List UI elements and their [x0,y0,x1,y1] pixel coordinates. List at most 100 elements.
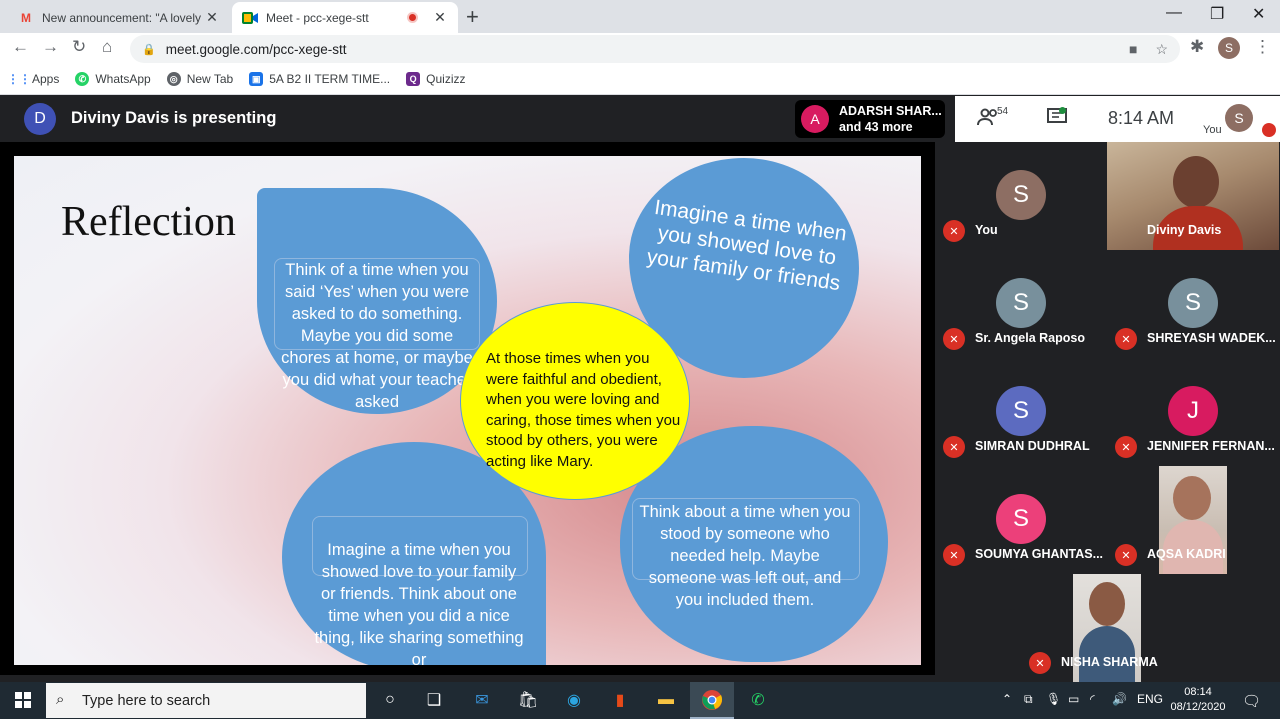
participant-tile[interactable]: ✕ AQSA KADRI [1107,466,1279,574]
task-view-icon[interactable]: ❑ [422,688,446,712]
home-icon[interactable]: ⌂ [102,37,112,57]
self-avatar[interactable]: S [1225,104,1253,132]
video-person [1173,476,1211,520]
url-text: meet.google.com/pcc-xege-stt [165,41,347,57]
bookmark-whatsapp[interactable]: ✆ WhatsApp [75,72,151,86]
participant-name: Diviny Davis [1147,223,1222,237]
menu-icon[interactable]: ⋮ [1254,37,1271,57]
participant-tile[interactable]: S ✕ You [935,142,1107,250]
tab-title: Meet - pcc-xege-stt [266,10,369,25]
bookmarks-bar: ⋮⋮ Apps ✆ WhatsApp ◎ New Tab ▣ 5A B2 II … [0,64,1280,95]
wifi-icon[interactable]: ◜ [1090,692,1095,706]
file-explorer-icon[interactable]: ▬ [654,688,678,712]
microphone-icon[interactable]: 🎙 [1046,692,1061,706]
participant-name: You [975,223,998,237]
bottom-right-text: Think about a time when you stood by som… [639,503,851,609]
bookmark-label: WhatsApp [95,72,151,86]
bookmark-timetable[interactable]: ▣ 5A B2 II TERM TIME... [249,72,390,86]
windows-start-icon[interactable] [11,688,35,712]
restore-icon[interactable]: ❐ [1210,4,1224,24]
participant-count: 54 [997,106,1009,117]
slide-title: Reflection [61,199,236,245]
taskbar-clock[interactable]: 08:14 08/12/2020 [1168,685,1228,715]
participant-tile[interactable]: S ✕ SOUMYA GHANTAS... [935,466,1107,574]
participant-tile[interactable]: S ✕ Sr. Angela Raposo [935,250,1107,358]
participant-name: NISHA SHARMA [1061,655,1158,669]
taskbar-search-box[interactable]: ⌕ Type here to search [46,683,366,718]
close-tab-icon[interactable]: ✕ [432,9,448,26]
whatsapp-taskbar-icon[interactable]: ✆ [746,688,770,712]
reload-icon[interactable]: ↻ [72,37,86,57]
mic-muted-icon: ✕ [1115,436,1137,458]
meet-present-tray-icon[interactable]: ⧉ [1024,692,1033,707]
battery-icon[interactable]: ▭ [1068,692,1079,706]
mic-muted-icon [1262,123,1276,137]
participant-avatar: S [996,386,1046,436]
bookmark-quizizz[interactable]: Q Quizizz [406,72,465,86]
video-person [1173,156,1219,208]
tab-title: New announcement: "A lovely m [42,10,204,25]
center-text: At those times when you were faithful an… [486,350,681,470]
windows-taskbar: ⌕ Type here to search ○ ❑ ✉ 🛍 ◉ ▮ ▬ ✆ ⌃ … [0,682,1280,719]
mic-muted-icon: ✕ [943,328,965,350]
camera-icon[interactable]: ■ [1129,41,1137,58]
clock-date: 08/12/2020 [1170,701,1226,713]
new-tab-button[interactable]: + [466,4,479,30]
store-icon[interactable]: 🛍 [516,688,540,712]
notifications-icon[interactable]: 🗨 [1242,692,1261,710]
minimize-icon[interactable]: — [1166,4,1182,22]
chrome-icon[interactable] [690,682,734,719]
bookmark-star-icon[interactable]: ☆ [1155,41,1168,58]
cortana-icon[interactable]: ○ [378,688,402,712]
language-indicator[interactable]: ENG [1137,692,1163,706]
mic-muted-icon: ✕ [1029,652,1051,674]
tab-meet[interactable]: Meet - pcc-xege-stt ✕ [232,2,458,33]
bookmark-label: Quizizz [426,72,466,86]
close-tab-icon[interactable]: ✕ [204,9,220,26]
tab-gmail[interactable]: M New announcement: "A lovely m ✕ [8,2,230,33]
recording-indicator-icon [407,12,418,23]
mic-muted-icon: ✕ [1115,328,1137,350]
chevron-up-icon[interactable]: ⌃ [1002,692,1012,706]
back-icon[interactable]: ← [12,37,29,57]
participant-name: JENNIFER FERNAN... [1147,439,1275,453]
participant-tile[interactable]: S ✕ SIMRAN DUDHRAL [935,358,1107,466]
participant-avatar: S [996,494,1046,544]
forward-icon[interactable]: → [42,37,59,57]
clock-time: 08:14 [1184,686,1212,698]
participant-tile[interactable]: J ✕ JENNIFER FERNAN... [1107,358,1279,466]
presenting-label: Diviny Davis is presenting [71,109,277,127]
participant-tile[interactable]: Diviny Davis [1107,142,1279,250]
search-icon: ⌕ [56,691,65,708]
address-bar[interactable]: 🔒 meet.google.com/pcc-xege-stt ■ ☆ [130,35,1180,63]
edge-icon[interactable]: ◉ [562,688,586,712]
participant-name: SIMRAN DUDHRAL [975,439,1090,453]
meeting-clock: 8:14 AM [1108,108,1175,128]
mail-icon[interactable]: ✉ [470,688,494,712]
participant-name: Sr. Angela Raposo [975,331,1085,345]
meet-controls-panel: 54 8:14 AM You S [955,96,1280,142]
quizizz-icon: Q [406,72,421,86]
extensions-icon[interactable]: ✱ [1190,37,1204,57]
profile-avatar[interactable]: S [1218,37,1240,59]
presented-slide: Reflection Think of a time when you said… [14,156,921,665]
bookmark-new-tab[interactable]: ◎ New Tab [166,72,233,86]
mic-muted-icon: ✕ [943,436,965,458]
video-person [1089,582,1125,626]
close-window-icon[interactable]: ✕ [1252,4,1265,24]
bookmark-apps[interactable]: ⋮⋮ Apps [7,72,60,86]
lock-icon: 🔒 [142,43,156,56]
volume-icon[interactable]: 🔊 [1112,692,1127,706]
people-icon[interactable] [977,108,999,131]
participant-tile[interactable]: ✕ NISHA SHARMA [1021,574,1193,682]
meet-icon [242,10,258,26]
chat-unread-dot [1059,107,1066,114]
presenter-avatar: D [24,103,56,135]
participant-tile[interactable]: S ✕ SHREYASH WADEK... [1107,250,1279,358]
browser-toolbar: ← → ↻ ⌂ 🔒 meet.google.com/pcc-xege-stt ■… [0,33,1280,64]
bookmark-label: Apps [32,72,60,86]
mic-muted-icon: ✕ [1115,544,1137,566]
top-left-text: Think of a time when you said ‘Yes’ when… [281,261,473,409]
other-participants-chip[interactable]: A ADARSH SHAR... and 43 more [795,100,945,138]
office-icon[interactable]: ▮ [608,688,632,712]
